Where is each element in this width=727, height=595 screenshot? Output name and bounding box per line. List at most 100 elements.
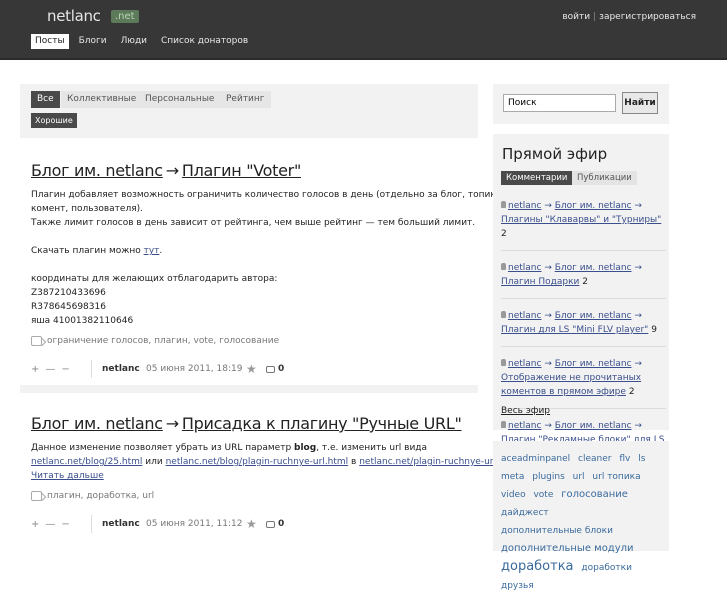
post-author[interactable]: netlanc: [102, 364, 146, 374]
post-blog-link[interactable]: Блог им. netlanc: [31, 414, 163, 433]
filter-all[interactable]: Все: [31, 91, 60, 108]
post: Блог им. netlanc → Плагин "Voter" Плагин д…: [31, 161, 499, 378]
live-item-user[interactable]: netlanc: [508, 201, 541, 211]
post-title-arrow: →: [165, 414, 179, 433]
cloud-tag[interactable]: голосование: [561, 489, 628, 500]
cloud-tag[interactable]: дайджест: [501, 508, 549, 518]
live-item-title[interactable]: Плагин для LS "Mini FLV player": [501, 325, 648, 335]
live-item-user[interactable]: netlanc: [508, 311, 541, 321]
post-tags: плагин, доработка, url: [31, 491, 476, 501]
cloud-tag[interactable]: aceadminpanel: [501, 454, 570, 464]
vote-down-icon[interactable]: −: [61, 364, 69, 375]
cloud-tag[interactable]: доработка: [501, 559, 574, 574]
vote-up-icon[interactable]: +: [31, 364, 39, 375]
vote-neutral-icon[interactable]: —: [45, 519, 55, 530]
live-item-title[interactable]: Плагин Подарки: [501, 277, 579, 287]
cloud-tag[interactable]: друзья: [501, 581, 534, 591]
live-item: netlanc → Блог им. netlanc → Плагины "Кл…: [501, 198, 666, 251]
user-icon: [501, 311, 506, 318]
comment-count[interactable]: 0: [266, 519, 284, 529]
cloud-tag[interactable]: plugins: [532, 472, 565, 482]
live-item-arrow: →: [541, 201, 555, 211]
cloud-tag[interactable]: дополнительные блоки: [501, 526, 613, 536]
live-item-blog[interactable]: Блог им. netlanc: [555, 201, 632, 211]
live-item-blog[interactable]: Блог им. netlanc: [555, 263, 632, 273]
post-date: 05 июня 2011, 18:19: [146, 364, 243, 374]
filter-good[interactable]: Хорошие: [31, 113, 77, 128]
cloud-tag[interactable]: ls: [638, 454, 645, 464]
nav-posts[interactable]: Посты: [31, 34, 69, 49]
live-feed-list: netlanc → Блог им. netlanc → Плагины "Кл…: [501, 198, 666, 479]
coords-label: координаты для желающих отблагодарить ав…: [31, 274, 278, 284]
live-item-arrow: →: [541, 263, 555, 273]
cloud-tag[interactable]: meta: [501, 472, 524, 482]
live-item: netlanc → Блог им. netlanc → Отображение…: [501, 356, 666, 409]
tab-publications[interactable]: Публикации: [572, 171, 637, 185]
cloud-tag[interactable]: url: [573, 472, 585, 482]
vote-up-icon[interactable]: +: [31, 519, 39, 530]
coord-value: R378645698316: [31, 302, 106, 312]
filter-collective[interactable]: Коллективные: [61, 91, 143, 108]
live-item-user[interactable]: netlanc: [508, 421, 541, 431]
live-item-blog[interactable]: Блог им. netlanc: [555, 421, 632, 431]
comment-count[interactable]: 0: [266, 364, 284, 374]
search-panel: Найти: [493, 84, 669, 124]
register-link[interactable]: зарегистрироваться: [599, 12, 696, 22]
post-author[interactable]: netlanc: [102, 519, 146, 529]
post-tags-list[interactable]: плагин, доработка, url: [47, 491, 154, 501]
post-tags-list[interactable]: ограничение голосов, плагин, vote, голос…: [47, 336, 279, 346]
live-item-count: 9: [651, 325, 657, 335]
favourite-star-icon[interactable]: ★: [246, 517, 266, 531]
download-link[interactable]: тут: [144, 246, 160, 256]
post-text: Плагин добавляет возможность ограничить …: [31, 188, 499, 328]
favourite-star-icon[interactable]: ★: [246, 362, 266, 376]
vote-controls: + — −: [31, 519, 91, 530]
vote-down-icon[interactable]: −: [61, 519, 69, 530]
vote-neutral-icon[interactable]: —: [45, 364, 55, 375]
login-link[interactable]: войти: [562, 12, 590, 22]
live-item: netlanc → Блог им. netlanc → Плагин Пода…: [501, 260, 666, 299]
post-title: Блог им. netlanc → Присадка к плагину "Руч…: [31, 414, 476, 433]
live-item-title[interactable]: Плагины "Клаварвы" и "Турниры": [501, 215, 661, 225]
post-text: Данное изменение позволяет убрать из URL…: [31, 441, 499, 483]
post-blog-link[interactable]: Блог им. netlanc: [31, 161, 163, 180]
post-title-link[interactable]: Плагин "Voter": [182, 161, 301, 180]
url-link[interactable]: netlanc.net/blog/plagin-ruchnye-url.html: [166, 457, 349, 467]
live-item-arrow: →: [631, 359, 642, 369]
cloud-tag[interactable]: url топика: [592, 472, 640, 482]
cloud-tag[interactable]: video: [501, 490, 526, 500]
cloud-tag[interactable]: cleaner: [578, 454, 611, 464]
post-text-line: Также лимит голосов в день зависит от ре…: [31, 218, 476, 228]
live-all-link[interactable]: Весь эфир: [501, 406, 550, 416]
live-item: netlanc → Блог им. netlanc → Плагин для …: [501, 308, 666, 347]
site-logo[interactable]: netlanc: [47, 7, 101, 25]
live-item-blog[interactable]: Блог им. netlanc: [555, 311, 632, 321]
cloud-tag[interactable]: доработки: [581, 563, 632, 573]
search-input[interactable]: [503, 94, 616, 112]
post-title-arrow: →: [165, 161, 179, 180]
live-item-blog[interactable]: Блог им. netlanc: [555, 359, 632, 369]
post-title-link[interactable]: Присадка к плагину "Ручные URL": [182, 414, 462, 433]
nav-people[interactable]: Люди: [117, 34, 151, 49]
nav-donators[interactable]: Список донаторов: [157, 34, 252, 49]
post: Блог им. netlanc → Присадка к плагину "Руч…: [31, 414, 499, 533]
post-text-line: комент, пользователя).: [31, 204, 143, 214]
live-item-user[interactable]: netlanc: [508, 359, 541, 369]
filter-personal[interactable]: Персональные: [139, 91, 221, 108]
tab-comments[interactable]: Комментарии: [501, 171, 573, 185]
post-title: Блог им. netlanc → Плагин "Voter": [31, 161, 476, 180]
nav-blogs[interactable]: Блоги: [75, 34, 111, 49]
download-text-end: .: [159, 246, 163, 256]
filter-rating[interactable]: Рейтинг: [220, 91, 271, 108]
search-button[interactable]: Найти: [622, 92, 658, 114]
live-item-count: 2: [628, 387, 635, 397]
read-more-link[interactable]: Читать дальше: [31, 471, 104, 481]
comment-bubble-icon: [266, 520, 275, 528]
url-link[interactable]: netlanc.net/blog/25.html: [31, 457, 142, 467]
cloud-tag[interactable]: flv: [619, 454, 630, 464]
post-date: 05 июня 2011, 11:12: [146, 519, 243, 529]
live-item-title[interactable]: Отображение не прочитаных коментов в пря…: [501, 373, 641, 397]
live-item-user[interactable]: netlanc: [508, 263, 541, 273]
cloud-tag[interactable]: vote: [533, 490, 553, 500]
url-link[interactable]: netlanc.net/plagin-ruchnye-url/: [359, 457, 499, 467]
